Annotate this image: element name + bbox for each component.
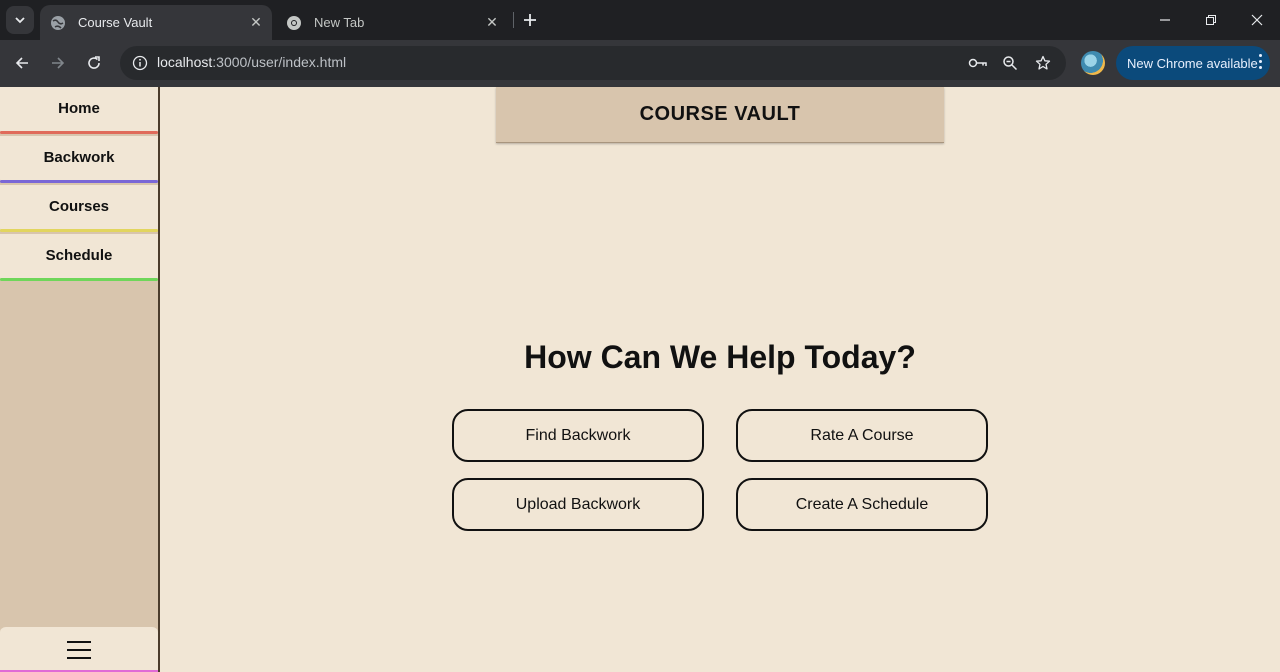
new-tab-button[interactable]: [518, 8, 542, 32]
upload-backwork-button[interactable]: Upload Backwork: [452, 478, 704, 531]
sidebar-item-label: Home: [58, 100, 100, 117]
url-host: localhost: [157, 54, 213, 70]
close-tab-icon[interactable]: ✕: [246, 13, 266, 33]
hamburger-icon: [67, 640, 91, 659]
site-title: COURSE VAULT: [639, 103, 801, 125]
chrome-icon: [286, 15, 302, 31]
update-chrome-button[interactable]: New Chrome available: [1116, 46, 1270, 80]
globe-icon: [50, 15, 66, 31]
plus-icon: [524, 14, 536, 26]
page-heading: How Can We Help Today?: [524, 339, 916, 375]
minimize-icon: [1160, 19, 1170, 21]
tab-strip: Course Vault ✕ New Tab ✕: [0, 0, 1280, 40]
site-header: COURSE VAULT: [496, 87, 944, 143]
create-schedule-button[interactable]: Create A Schedule: [736, 478, 988, 531]
reload-icon: [88, 56, 100, 69]
tab-new-tab[interactable]: New Tab ✕: [276, 5, 508, 40]
forward-button[interactable]: [44, 49, 72, 77]
restore-button[interactable]: [1188, 0, 1234, 40]
sidebar-item-accent: [0, 180, 158, 183]
close-tab-icon[interactable]: ✕: [482, 13, 502, 33]
arrow-left-icon: [15, 57, 28, 69]
sidebar-item-label: Schedule: [45, 247, 113, 264]
url-text[interactable]: localhost:3000/user/index.html: [157, 54, 346, 70]
reload-button[interactable]: [80, 49, 108, 77]
tab-title: New Tab: [314, 15, 365, 30]
sidebar-item-schedule[interactable]: Schedule: [0, 234, 158, 281]
find-backwork-button[interactable]: Find Backwork: [452, 409, 704, 462]
main-content: COURSE VAULT How Can We Help Today? Find…: [160, 87, 1280, 672]
sidebar-item-accent: [0, 278, 158, 281]
restore-icon: [1206, 15, 1216, 25]
sidebar-item-accent: [0, 229, 158, 232]
update-label: New Chrome available: [1127, 55, 1258, 71]
tab-separator: [513, 12, 514, 28]
address-bar[interactable]: localhost:3000/user/index.html: [120, 46, 1066, 80]
site-info-icon[interactable]: [128, 51, 152, 75]
zoom-icon[interactable]: [998, 51, 1022, 75]
more-menu-icon[interactable]: [1259, 54, 1262, 69]
arrow-right-icon: [52, 57, 65, 69]
back-button[interactable]: [8, 49, 36, 77]
chevron-down-icon: [15, 17, 25, 24]
bookmark-star-icon[interactable]: [1031, 51, 1055, 75]
sidebar-item-label: Backwork: [43, 149, 115, 166]
sidebar-item-backwork[interactable]: Backwork: [0, 136, 158, 183]
rate-course-button[interactable]: Rate A Course: [736, 409, 988, 462]
sidebar-item-label: Courses: [48, 198, 110, 215]
tab-course-vault[interactable]: Course Vault ✕: [40, 5, 272, 40]
tab-title: Course Vault: [78, 15, 153, 30]
sidebar: Home Backwork Courses Schedule: [0, 87, 160, 672]
tab-search-button[interactable]: [6, 6, 34, 34]
close-icon: [1251, 14, 1263, 26]
close-window-button[interactable]: [1234, 0, 1280, 40]
profile-avatar[interactable]: [1081, 51, 1105, 75]
minimize-button[interactable]: [1142, 0, 1188, 40]
sidebar-item-home[interactable]: Home: [0, 87, 158, 134]
sidebar-item-courses[interactable]: Courses: [0, 185, 158, 232]
password-key-icon[interactable]: [966, 51, 990, 75]
url-path: :3000/user/index.html: [212, 54, 347, 70]
menu-toggle-button[interactable]: [0, 626, 158, 672]
sidebar-item-accent: [0, 131, 158, 134]
